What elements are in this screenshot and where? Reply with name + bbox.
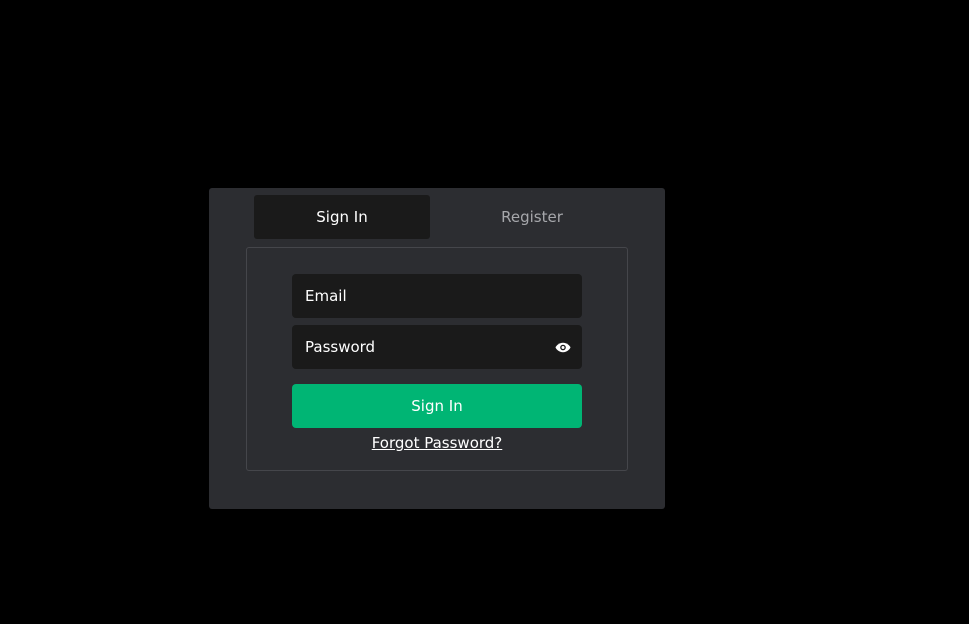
password-field-container	[292, 325, 582, 369]
tab-sign-in[interactable]: Sign In	[254, 195, 430, 239]
email-field[interactable]	[292, 274, 582, 318]
eye-icon[interactable]	[554, 339, 571, 356]
auth-card: Sign In Register Sign In Forgot Password…	[209, 188, 665, 509]
forgot-password-link[interactable]: Forgot Password?	[247, 434, 627, 452]
sign-in-button[interactable]: Sign In	[292, 384, 582, 428]
tab-register-label: Register	[501, 208, 563, 226]
tab-sign-in-label: Sign In	[316, 208, 368, 226]
email-field-container	[292, 274, 582, 318]
tab-register[interactable]: Register	[444, 195, 620, 239]
password-field[interactable]	[292, 325, 582, 369]
sign-in-form: Sign In Forgot Password?	[246, 247, 628, 471]
